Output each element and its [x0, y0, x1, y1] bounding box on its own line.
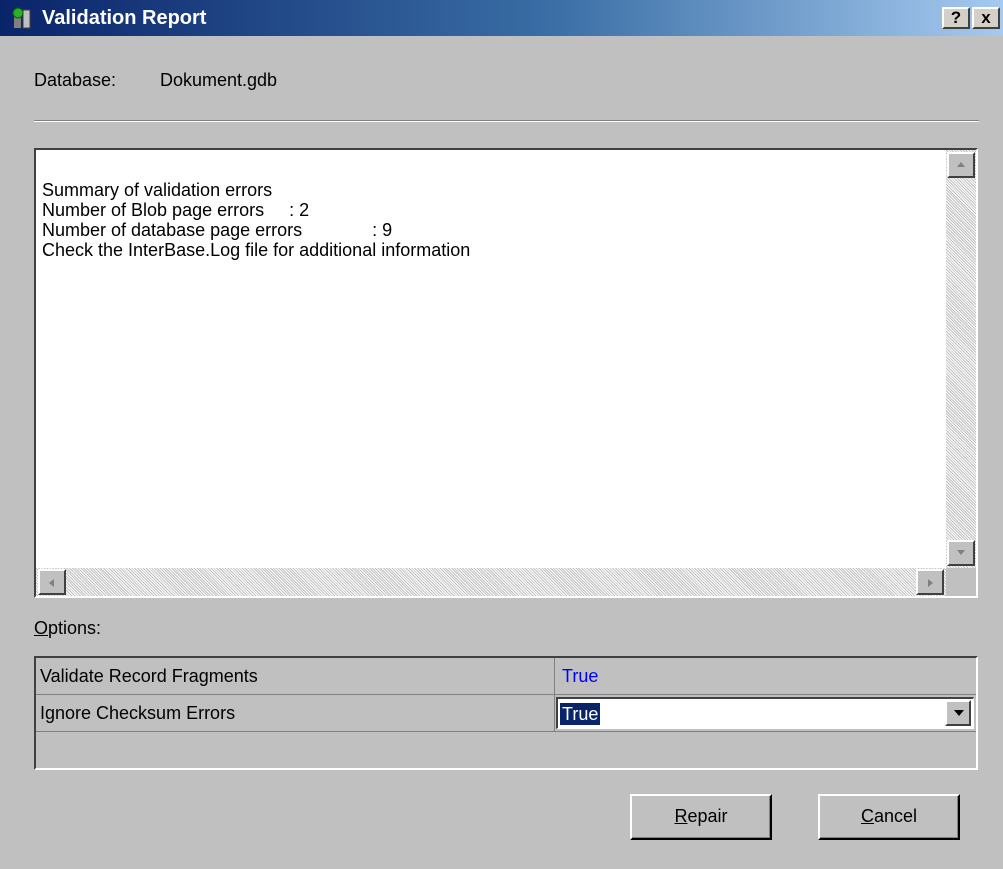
column-divider	[554, 658, 555, 694]
arrow-down-icon	[957, 550, 965, 555]
report-text: Summary of validation errors Number of B…	[42, 180, 470, 260]
option-row-validate-record-fragments[interactable]: Validate Record Fragments True	[36, 658, 976, 695]
title-bar: Validation Report ? x	[0, 0, 1003, 36]
dropdown-selected-value[interactable]: True	[560, 703, 601, 725]
scroll-up-button[interactable]	[947, 152, 975, 178]
ignore-checksum-dropdown[interactable]: True	[556, 697, 974, 729]
separator	[34, 120, 979, 122]
option-name: Validate Record Fragments	[40, 666, 258, 686]
cancel-button[interactable]: Cancel	[818, 794, 960, 840]
validation-report-textbox[interactable]: Summary of validation errors Number of B…	[34, 148, 978, 598]
database-name: Dokument.gdb	[160, 70, 278, 90]
window-title: Validation Report	[42, 7, 207, 29]
options-label: Options:	[34, 618, 102, 638]
arrow-up-icon	[957, 162, 965, 167]
scroll-right-button[interactable]	[916, 569, 944, 595]
options-grid: Validate Record Fragments True Ignore Ch…	[34, 656, 978, 770]
arrow-right-icon	[928, 579, 933, 587]
horizontal-scrollbar[interactable]	[36, 568, 946, 596]
close-button[interactable]: x	[972, 7, 1000, 29]
scrollbar-corner	[946, 568, 976, 596]
option-name: Ignore Checksum Errors	[40, 703, 236, 723]
help-button[interactable]: ?	[942, 7, 970, 29]
vertical-scrollbar[interactable]	[946, 150, 976, 568]
dropdown-button[interactable]	[945, 700, 971, 726]
arrow-left-icon	[49, 579, 54, 587]
report-line: Number of Blob page errors : 2	[42, 200, 310, 220]
scroll-left-button[interactable]	[38, 569, 66, 595]
option-value[interactable]: True	[562, 666, 598, 687]
report-line: Number of database page errors : 9	[42, 220, 393, 240]
database-label: Database:	[34, 70, 117, 90]
report-line: Summary of validation errors	[42, 180, 273, 200]
chevron-down-icon	[954, 710, 964, 716]
option-row-ignore-checksum-errors[interactable]: Ignore Checksum Errors True	[36, 695, 976, 732]
repair-button[interactable]: Repair	[630, 794, 772, 840]
column-divider	[554, 695, 555, 731]
report-line: Check the InterBase.Log file for additio…	[42, 240, 471, 260]
app-icon	[12, 6, 34, 30]
scroll-down-button[interactable]	[947, 540, 975, 566]
